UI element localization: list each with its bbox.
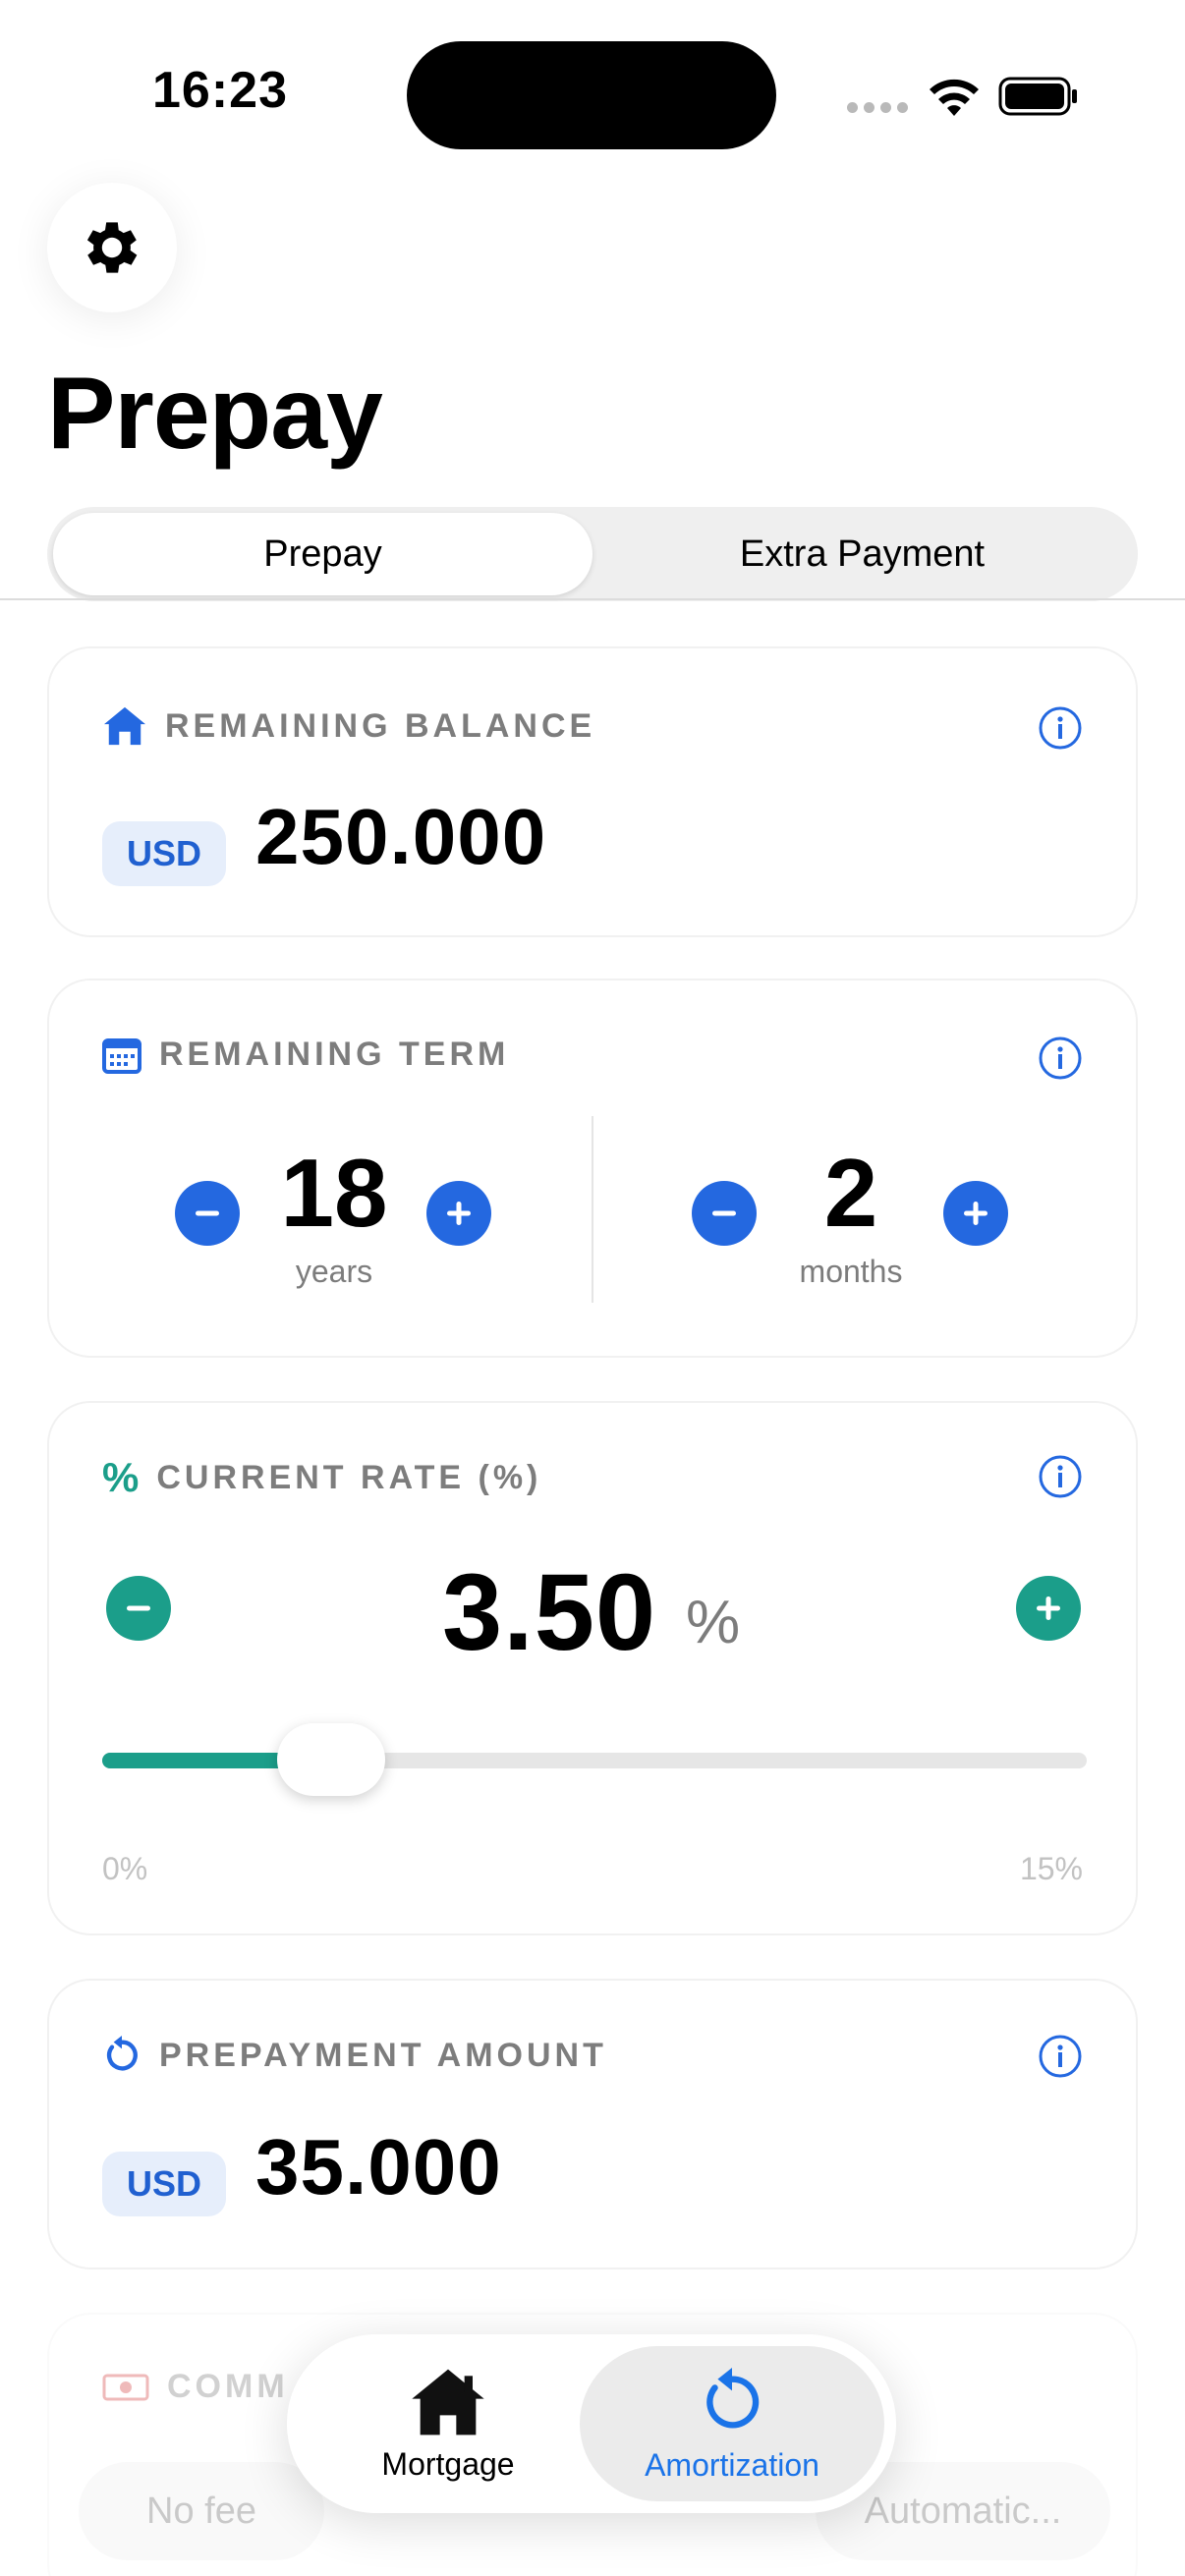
rate-slider-track[interactable] [102, 1753, 1087, 1768]
dynamic-island [407, 41, 776, 149]
months-decrement-button[interactable] [692, 1181, 757, 1246]
plus-icon [447, 1202, 471, 1225]
percent-icon: % [102, 1454, 140, 1500]
years-label: years [295, 1254, 373, 1289]
months-value: 2 [823, 1139, 878, 1247]
months-increment-button[interactable] [943, 1181, 1008, 1246]
rate-slider-thumb[interactable] [277, 1723, 386, 1796]
tab-mortgage[interactable]: Mortgage [330, 2346, 566, 2501]
term-divider [592, 1116, 593, 1303]
rotate-icon [706, 2367, 760, 2429]
minus-icon [712, 1210, 736, 1216]
tab-bar: Mortgage Amortization [287, 2334, 896, 2513]
gear-icon [86, 222, 138, 273]
prepayment-amount-card: PREPAYMENT AMOUNT USD 35.000 [47, 1979, 1138, 2269]
no-fee-option[interactable]: No fee [79, 2462, 324, 2560]
rate-increment-button[interactable] [1016, 1576, 1081, 1641]
remaining-balance-label: REMAINING BALANCE [165, 706, 596, 745]
remaining-balance-value[interactable]: 250.000 [255, 792, 546, 882]
years-increment-button[interactable] [426, 1181, 491, 1246]
calendar-icon [102, 1037, 141, 1074]
slider-max-label: 15% [1019, 1851, 1083, 1886]
rotate-icon [106, 2036, 138, 2071]
current-rate-card: % CURRENT RATE (%) 3.50 % 0% 15% [47, 1401, 1138, 1935]
currency-badge[interactable]: USD [102, 821, 226, 886]
currency-badge[interactable]: USD [102, 2152, 226, 2216]
plus-icon [964, 1202, 988, 1225]
segment-extra-payment[interactable]: Extra Payment [592, 513, 1132, 595]
years-decrement-button[interactable] [175, 1181, 240, 1246]
header-divider [0, 598, 1185, 600]
remaining-balance-card: REMAINING BALANCE USD 250.000 [47, 646, 1138, 937]
info-icon[interactable] [1038, 705, 1083, 751]
settings-button[interactable] [47, 183, 177, 312]
info-icon[interactable] [1038, 1036, 1083, 1081]
tab-mortgage-label: Mortgage [381, 2445, 515, 2482]
house-icon [412, 2369, 484, 2435]
info-icon[interactable] [1038, 1454, 1083, 1499]
slider-min-label: 0% [102, 1851, 148, 1886]
info-icon[interactable] [1038, 2034, 1083, 2079]
rate-unit: % [686, 1589, 741, 1656]
minus-icon [127, 1605, 150, 1611]
rate-value: 3.50 [442, 1552, 657, 1673]
prepayment-amount-value[interactable]: 35.000 [255, 2122, 502, 2212]
plus-icon [1037, 1596, 1060, 1620]
months-label: months [799, 1254, 903, 1289]
wifi-icon [930, 79, 979, 116]
remaining-term-card: REMAINING TERM 18 years 2 months [47, 979, 1138, 1358]
segmented-control: Prepay Extra Payment [47, 507, 1138, 601]
tab-amortization-label: Amortization [645, 2446, 819, 2483]
commission-label: COMM [167, 2368, 289, 2405]
status-time: 16:23 [152, 62, 288, 119]
tab-amortization[interactable]: Amortization [580, 2346, 884, 2501]
minus-icon [196, 1210, 219, 1216]
years-value: 18 [280, 1139, 388, 1247]
prepayment-amount-label: PREPAYMENT AMOUNT [159, 2036, 607, 2074]
house-icon [104, 706, 145, 746]
battery-icon [998, 77, 1077, 116]
remaining-term-label: REMAINING TERM [159, 1036, 510, 1073]
current-rate-label: CURRENT RATE (%) [156, 1458, 542, 1496]
banknote-icon [102, 2374, 149, 2400]
segment-prepay[interactable]: Prepay [53, 513, 592, 595]
page-title: Prepay [47, 357, 383, 471]
cellular-signal-icon [847, 102, 908, 113]
rate-decrement-button[interactable] [106, 1576, 171, 1641]
